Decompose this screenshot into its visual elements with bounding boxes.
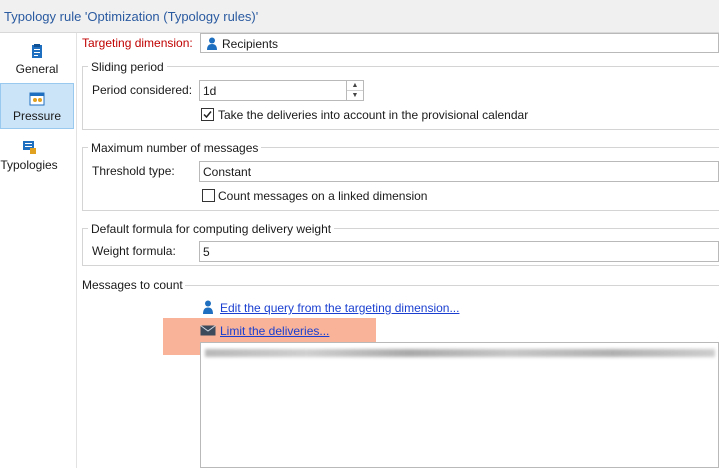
- edit-query-link[interactable]: Edit the query from the targeting dimens…: [220, 301, 459, 315]
- window-titlebar: Typology rule 'Optimization (Typology ru…: [0, 0, 719, 33]
- messages-to-count-heading: Messages to count: [82, 278, 183, 292]
- weight-formula-value: 5: [203, 245, 210, 259]
- sidebar-item-label: Pressure: [12, 109, 62, 123]
- person-icon: [203, 300, 213, 314]
- calendar-checkbox[interactable]: [201, 108, 214, 121]
- sidebar-item-label: General: [15, 62, 59, 76]
- period-considered-label: Period considered:: [92, 83, 193, 97]
- envelope-icon: [200, 325, 216, 336]
- targeting-dimension-label: Targeting dimension:: [82, 36, 193, 50]
- clipboard-icon: [32, 44, 42, 58]
- period-considered-value: 1d: [203, 84, 217, 98]
- calendar-checkbox-label: Take the deliveries into account in the …: [218, 108, 529, 122]
- spin-down-icon[interactable]: ▼: [347, 91, 363, 100]
- threshold-type-select[interactable]: Constant: [199, 161, 719, 182]
- sidebar-item-label: Typologies: [0, 158, 58, 172]
- weight-formula-label: Weight formula:: [92, 244, 176, 258]
- sidebar: General Pressure Typologies: [0, 33, 77, 468]
- targeting-dimension-field[interactable]: Recipients: [200, 33, 719, 53]
- blurred-query-text: [205, 349, 715, 357]
- messages-to-count-divider: [185, 285, 719, 286]
- threshold-type-label: Threshold type:: [92, 164, 175, 178]
- period-spinner[interactable]: ▲ ▼: [346, 81, 363, 100]
- sidebar-item-typologies[interactable]: Typologies: [0, 133, 66, 179]
- person-icon: [207, 37, 217, 50]
- sliding-period-legend: Sliding period: [88, 60, 167, 74]
- sidebar-item-pressure[interactable]: Pressure: [0, 83, 74, 129]
- weight-legend: Default formula for computing delivery w…: [88, 222, 335, 236]
- linked-dimension-label: Count messages on a linked dimension: [218, 189, 428, 203]
- calendar-people-icon: [29, 92, 45, 106]
- max-messages-legend: Maximum number of messages: [88, 141, 262, 155]
- window-title: Typology rule 'Optimization (Typology ru…: [4, 9, 259, 24]
- typologies-icon: [23, 141, 36, 154]
- linked-dimension-checkbox[interactable]: [202, 189, 215, 202]
- query-text-area[interactable]: [200, 342, 719, 468]
- threshold-type-value: Constant: [203, 165, 252, 179]
- targeting-dimension-value: Recipients: [222, 37, 279, 51]
- checkmark-icon: [203, 111, 212, 119]
- weight-formula-input[interactable]: 5: [199, 241, 719, 262]
- sidebar-item-general[interactable]: General: [0, 37, 74, 83]
- limit-deliveries-link[interactable]: Limit the deliveries...: [220, 324, 329, 338]
- period-considered-input[interactable]: 1d ▲ ▼: [199, 80, 364, 101]
- spin-up-icon[interactable]: ▲: [347, 81, 363, 91]
